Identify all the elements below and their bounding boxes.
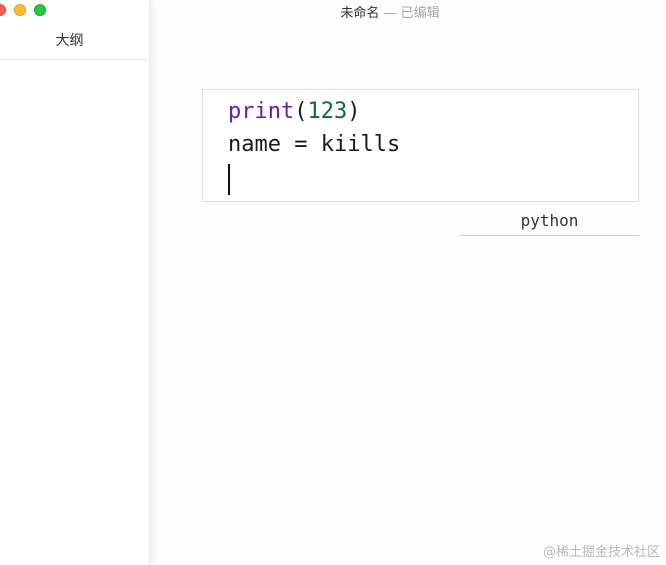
close-window-button[interactable]	[0, 4, 6, 16]
code-token-punct: )	[347, 99, 361, 124]
sidebar-title-outline: 大纲	[55, 33, 84, 49]
sidebar: 大纲	[0, 0, 150, 565]
code-line[interactable]: name = kiills	[228, 129, 400, 161]
text-caret	[228, 164, 230, 195]
code-language-input[interactable]: python	[460, 205, 639, 236]
code-line[interactable]: print(123)	[228, 96, 360, 128]
code-block[interactable]: print(123) name = kiills	[202, 89, 639, 202]
document-name: 未命名	[340, 6, 380, 21]
sidebar-divider	[0, 59, 149, 60]
document-status: 已编辑	[400, 6, 440, 21]
code-token-plain: name = kiills	[228, 132, 401, 157]
title-separator: —	[383, 6, 397, 21]
app-window: 大纲 未命名 — 已编辑 print(123) name = kiills py…	[0, 0, 666, 565]
code-token-builtin: print	[228, 99, 295, 124]
watermark-text: @稀土掘金技术社区	[542, 545, 660, 560]
minimize-window-button[interactable]	[14, 4, 26, 16]
window-title: 未命名 — 已编辑	[150, 2, 630, 21]
code-token-number: 123	[307, 99, 348, 124]
maximize-window-button[interactable]	[34, 4, 46, 16]
code-token-punct: (	[294, 99, 308, 124]
window-controls	[0, 4, 46, 16]
